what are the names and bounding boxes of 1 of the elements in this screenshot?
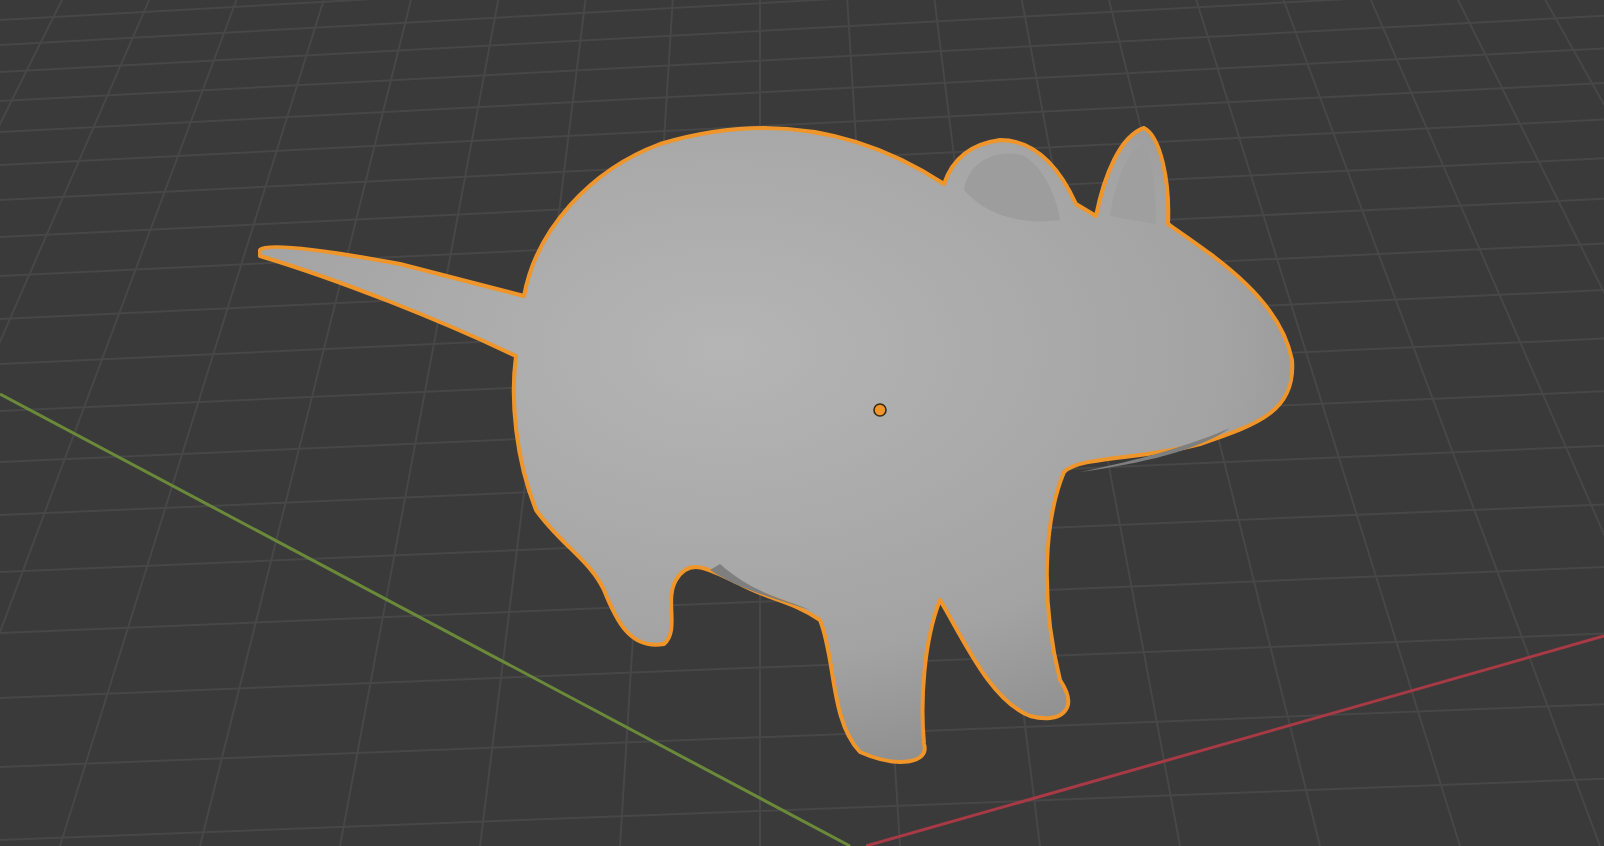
mouse-model-drawing[interactable]: [258, 126, 1295, 764]
